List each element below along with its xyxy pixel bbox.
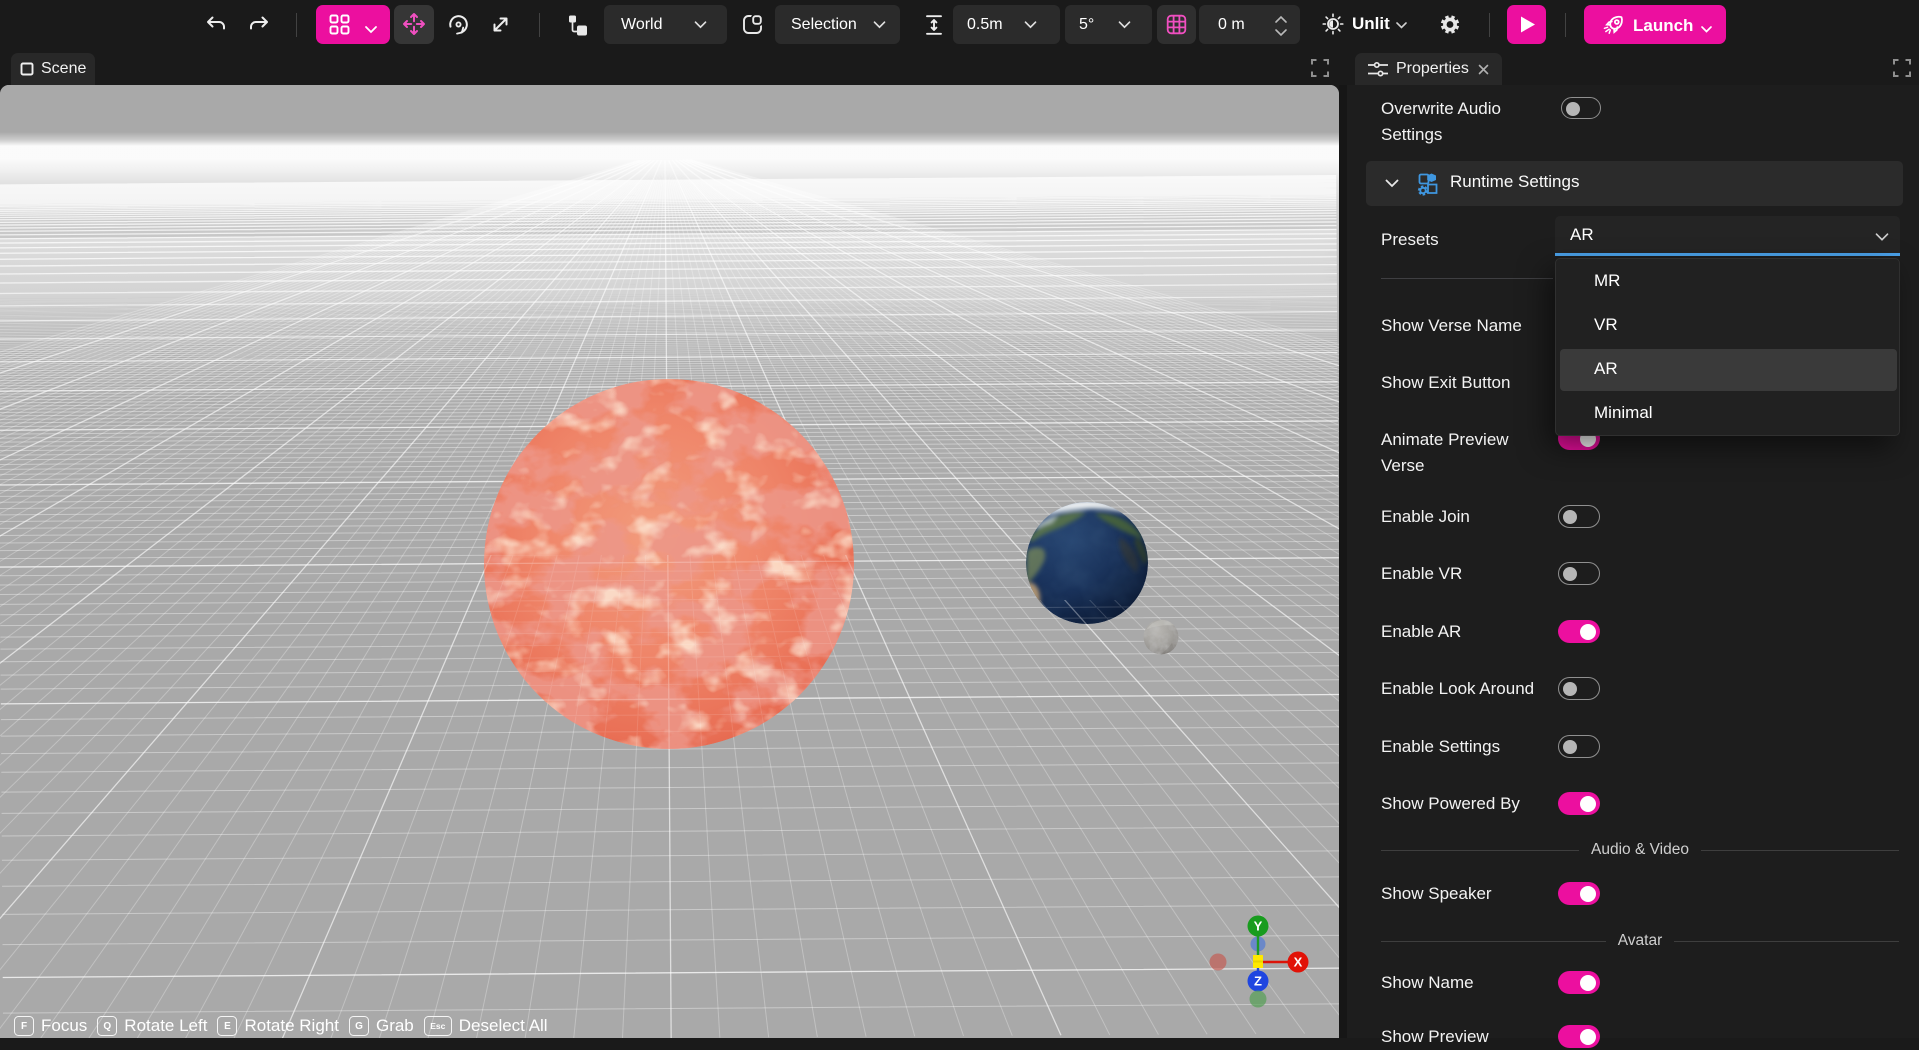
- svg-text:Y: Y: [1254, 919, 1263, 934]
- svg-text:Z: Z: [1254, 974, 1262, 989]
- svg-text:X: X: [1294, 955, 1303, 970]
